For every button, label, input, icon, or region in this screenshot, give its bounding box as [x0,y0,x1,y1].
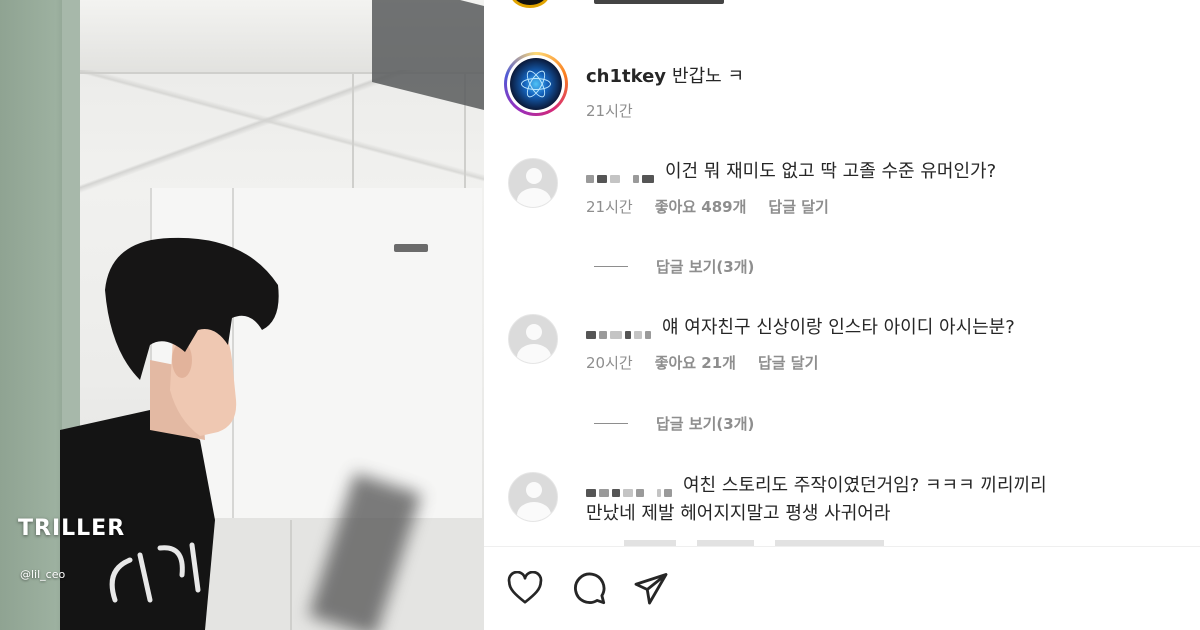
caption-text: 반갑노 ㅋ [672,66,745,87]
comment-timestamp[interactable]: 21시간 [586,196,633,217]
comment-timestamp[interactable]: 20시간 [586,352,633,373]
blurred-username[interactable] [586,164,657,183]
triller-watermark: TRILLER [18,516,126,541]
post-action-bar [484,546,1200,630]
heart-icon[interactable] [506,569,544,607]
comment-item: 여친 스토리도 주작이였던거임? ㅋㅋㅋ 끼리끼리 만났네 제발 헤어지지말고 … [508,472,1047,528]
comment-likes[interactable]: 좋아요 21개 [655,352,736,373]
blurred-username[interactable] [586,320,654,339]
comment-text-line-1: 여친 스토리도 주작이였던거임? ㅋㅋㅋ 끼리끼리 [683,475,1047,496]
comment-text: 얘 여자친구 신상이랑 인스타 아이디 아시는분? [662,317,1015,338]
view-replies-button[interactable]: 답글 보기(3개) [594,256,754,277]
post-caption: ch1tkey 반갑노 ㅋ 21시간 [504,52,744,121]
watermark-username: @lil_ceo [20,568,66,581]
default-avatar-icon[interactable] [508,472,558,522]
comment-text: 이건 뭐 재미도 없고 딱 고졸 수준 유머인가? [665,161,997,182]
default-avatar-icon[interactable] [508,314,558,364]
cutoff-text [594,0,724,4]
view-replies-label: 답글 보기(3개) [656,258,755,276]
view-replies-label: 답글 보기(3개) [656,415,755,433]
comment-likes[interactable]: 좋아요 489개 [655,196,747,217]
post-author-avatar[interactable] [504,52,568,116]
comment-text-line-2: 만났네 제발 헤어지지말고 평생 사귀어라 [586,503,891,524]
view-replies-button[interactable]: 답글 보기(3개) [594,413,754,434]
post-username[interactable]: ch1tkey [586,66,666,87]
reply-button[interactable]: 답글 달기 [758,352,818,373]
previous-row-cutoff [510,0,724,8]
comment-item: 이건 뭐 재미도 없고 딱 고졸 수준 유머인가? 21시간 좋아요 489개 … [508,158,996,217]
avatar[interactable] [510,0,550,8]
send-icon[interactable] [632,569,670,607]
video-player[interactable]: TRILLER @lil_ceo [0,0,484,630]
comment-item: 얘 여자친구 신상이랑 인스타 아이디 아시는분? 20시간 좋아요 21개 답… [508,314,1015,373]
default-avatar-icon[interactable] [508,158,558,208]
comments-panel: ch1tkey 반갑노 ㅋ 21시간 이건 뭐 재미도 없고 딱 고졸 수준 유머… [484,0,1200,630]
reply-button[interactable]: 답글 달기 [768,196,828,217]
atom-logo-icon [510,58,562,110]
comment-icon[interactable] [570,569,608,607]
post-timestamp[interactable]: 21시간 [586,100,744,121]
blurred-username[interactable] [586,478,675,497]
